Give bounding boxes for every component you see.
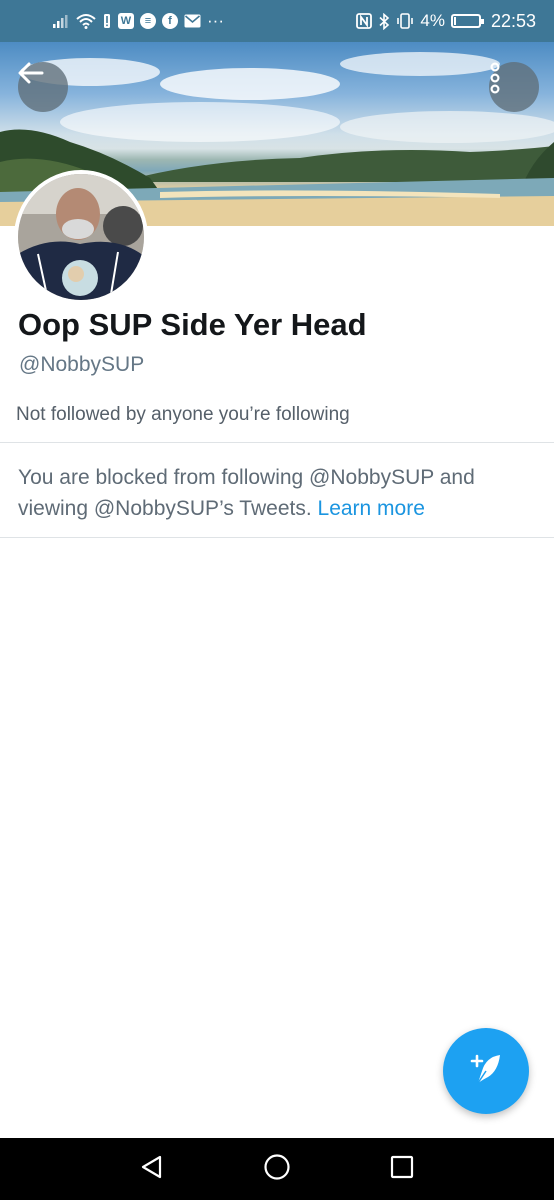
nav-home-button[interactable] [257,1149,297,1189]
compose-tweet-button[interactable] [443,1028,529,1114]
profile-handle: @NobbySUP [19,353,145,376]
battery-icon [450,14,484,28]
learn-more-link[interactable]: Learn more [318,497,425,520]
system-nav-bar [0,1138,554,1200]
divider [0,442,554,443]
wifi-icon [76,12,96,30]
status-bar-left: W ≡ f ··· [52,11,224,31]
divider [0,537,554,538]
bluetooth-icon [378,12,390,30]
nav-back-button[interactable] [132,1149,172,1189]
status-time: 22:53 [490,10,536,31]
display-name: Oop SUP Side Yer Head [18,307,367,342]
circle-home-icon [263,1153,291,1186]
more-notifications-glyph: ··· [207,11,224,30]
battery-percent: 4% [420,11,445,30]
triangle-back-icon [139,1154,165,1185]
facebook-icon: f [162,13,178,29]
square-recents-icon [389,1154,415,1185]
followed-by-text: Not followed by anyone you’re following [16,404,350,425]
status-bar-right: 4% 22:53 [356,11,536,32]
compose-tweet-icon [466,1049,506,1094]
w-app-icon: W [118,13,134,29]
alert-icon [102,12,112,30]
mail-icon [184,12,201,30]
battery-level [453,17,456,25]
more-options-button[interactable] [489,62,539,112]
avatar[interactable] [14,170,148,304]
nfc-icon [356,12,373,30]
avatar-photo [18,174,144,300]
sync-icon: ≡ [140,13,156,29]
nav-recents-button[interactable] [382,1149,422,1189]
blocked-notice: You are blocked from following @NobbySUP… [18,462,518,524]
vibrate-icon [396,12,414,30]
back-button[interactable] [18,62,68,112]
signal-icon [52,12,70,30]
status-bar: W ≡ f ··· 4% 22:53 [0,0,554,42]
